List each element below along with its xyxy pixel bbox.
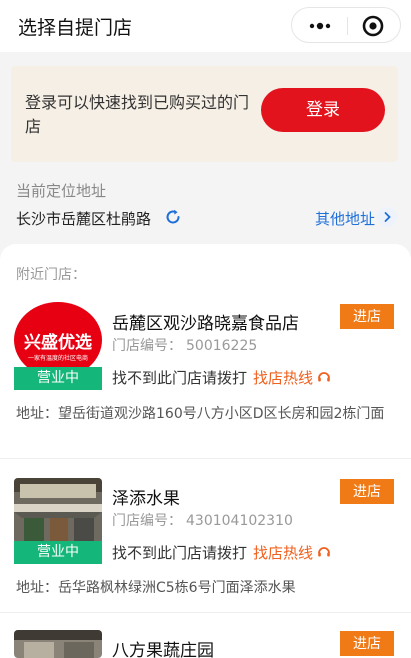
open-status-badge: 营业中 [14,367,102,390]
enter-store-button[interactable]: 进店 [340,631,394,656]
store-name: 八方果蔬庄园 [112,641,214,658]
store-code: 门店编号： 50016225 [112,335,257,355]
login-banner: 登录可以快速找到已购买过的门店 登录 [11,66,398,162]
capsule-divider [347,17,348,35]
store-name: 泽添水果 [112,489,180,509]
close-target-icon[interactable] [362,15,384,37]
store-code: 门店编号： 430104102310 [112,510,293,530]
store-photo [14,630,102,658]
store-hotline-link[interactable]: 找店热线 [253,544,313,562]
more-dots-icon[interactable] [306,17,334,35]
storefront-photo-icon [14,630,102,658]
store-divider [0,612,411,613]
logo-brand: 兴盛优选 [24,332,92,352]
hotline-hint: 找不到此门店请拨打 找店热线 [112,542,331,563]
store-name: 岳麓区观沙路晓嘉食品店 [112,314,299,334]
logo-tagline: 一家有温度的社区电商 [28,354,88,362]
store-hotline-link[interactable]: 找店热线 [253,369,313,387]
store-code-value: 50016225 [186,338,258,354]
enter-store-button[interactable]: 进店 [340,304,394,329]
store-photo [14,478,102,544]
page-title: 选择自提门店 [18,17,133,39]
store-code-label: 门店编号： [112,513,182,529]
storefront-photo-icon [14,478,102,544]
chevron-right-icon[interactable] [377,207,397,227]
store-logo: 兴盛优选 一家有温度的社区电商 [14,302,102,368]
other-address-link[interactable]: 其他地址 [315,208,375,229]
store-code-label: 门店编号： [112,338,182,354]
login-button[interactable]: 登录 [261,88,385,132]
enter-store-button[interactable]: 进店 [340,479,394,504]
hotline-hint: 找不到此门店请拨打 找店热线 [112,367,331,388]
location-value: 长沙市岳麓区杜鹃路 [16,210,152,228]
hotline-hint-text: 找不到此门店请拨打 [112,369,248,387]
mini-program-capsule [291,7,401,43]
store-address: 地址：岳华路枫林绿洲C5栋6号门面泽添水果 [16,580,296,596]
login-prompt: 登录可以快速找到已购买过的门店 [25,93,250,136]
refresh-icon[interactable] [164,208,182,226]
location-label: 当前定位地址 [16,182,107,200]
open-status-badge: 营业中 [14,541,102,564]
headset-icon[interactable] [317,370,331,384]
hotline-hint-text: 找不到此门店请拨打 [112,544,248,562]
store-code-value: 430104102310 [186,513,293,529]
nearby-label: 附近门店： [16,267,86,283]
store-divider [0,458,411,459]
store-address: 地址：望岳街道观沙路160号八方小区D区长房和园2栋门面 [16,406,385,422]
headset-icon[interactable] [317,545,331,559]
xingsheng-logo-icon: 兴盛优选 一家有温度的社区电商 [14,302,102,368]
nav-bar: 选择自提门店 [0,0,411,52]
